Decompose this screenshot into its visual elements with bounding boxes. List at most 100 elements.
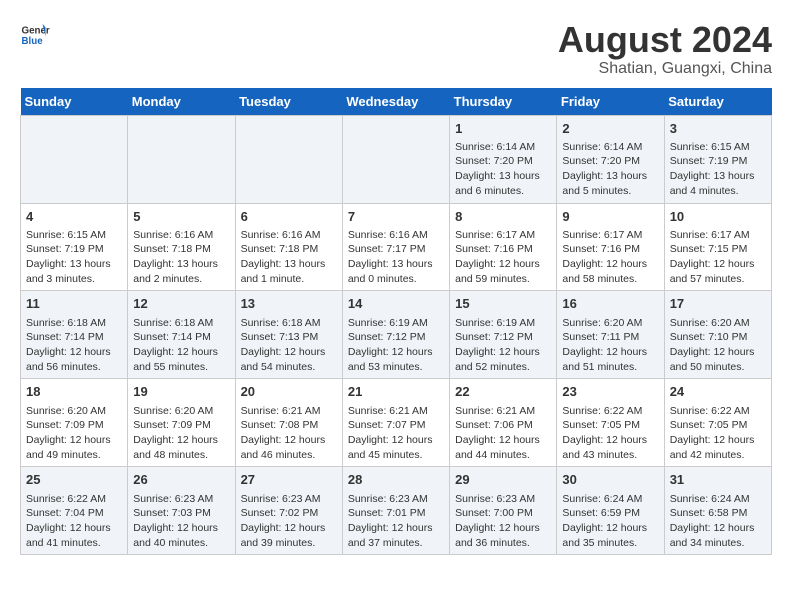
cell-content-line: and 36 minutes. [455, 536, 551, 551]
cell-content-line: Sunrise: 6:21 AM [241, 404, 337, 419]
cell-content-line: and 52 minutes. [455, 360, 551, 375]
cell-content-line: Daylight: 12 hours [455, 433, 551, 448]
day-number: 3 [670, 120, 766, 138]
calendar-cell [21, 115, 128, 203]
day-number: 23 [562, 383, 658, 401]
day-number: 28 [348, 471, 444, 489]
day-number: 7 [348, 208, 444, 226]
logo: General Blue [20, 20, 50, 50]
day-header-thursday: Thursday [450, 88, 557, 116]
calendar-cell: 7Sunrise: 6:16 AMSunset: 7:17 PMDaylight… [342, 203, 449, 291]
cell-content-line: Sunset: 7:14 PM [133, 330, 229, 345]
cell-content-line: Daylight: 12 hours [562, 433, 658, 448]
cell-content-line: Daylight: 12 hours [670, 433, 766, 448]
calendar-cell: 1Sunrise: 6:14 AMSunset: 7:20 PMDaylight… [450, 115, 557, 203]
cell-content-line: and 37 minutes. [348, 536, 444, 551]
calendar-cell: 15Sunrise: 6:19 AMSunset: 7:12 PMDayligh… [450, 291, 557, 379]
calendar-cell: 17Sunrise: 6:20 AMSunset: 7:10 PMDayligh… [664, 291, 771, 379]
cell-content-line: and 55 minutes. [133, 360, 229, 375]
cell-content-line: Sunset: 7:09 PM [26, 418, 122, 433]
cell-content-line: and 48 minutes. [133, 448, 229, 463]
cell-content-line: and 6 minutes. [455, 184, 551, 199]
cell-content-line: Daylight: 12 hours [133, 521, 229, 536]
day-number: 20 [241, 383, 337, 401]
cell-content-line: Sunset: 7:19 PM [670, 154, 766, 169]
calendar-cell: 6Sunrise: 6:16 AMSunset: 7:18 PMDaylight… [235, 203, 342, 291]
calendar-cell: 9Sunrise: 6:17 AMSunset: 7:16 PMDaylight… [557, 203, 664, 291]
cell-content-line: and 0 minutes. [348, 272, 444, 287]
cell-content-line: Sunrise: 6:23 AM [241, 492, 337, 507]
cell-content-line: Sunrise: 6:15 AM [670, 140, 766, 155]
calendar-cell: 20Sunrise: 6:21 AMSunset: 7:08 PMDayligh… [235, 379, 342, 467]
cell-content-line: Daylight: 12 hours [241, 433, 337, 448]
calendar-cell [128, 115, 235, 203]
day-number: 18 [26, 383, 122, 401]
cell-content-line: Daylight: 13 hours [455, 169, 551, 184]
calendar-cell: 16Sunrise: 6:20 AMSunset: 7:11 PMDayligh… [557, 291, 664, 379]
calendar-cell: 23 Sunrise: 6:22 AMSunset: 7:05 PMDayligh… [557, 379, 664, 467]
calendar-header-row: SundayMondayTuesdayWednesdayThursdayFrid… [21, 88, 772, 116]
calendar-cell: 24Sunrise: 6:22 AMSunset: 7:05 PMDayligh… [664, 379, 771, 467]
cell-content-line: Sunset: 7:14 PM [26, 330, 122, 345]
day-number: 2 [562, 120, 658, 138]
calendar-cell: 13Sunrise: 6:18 AMSunset: 7:13 PMDayligh… [235, 291, 342, 379]
cell-content-line: Sunrise: 6:17 AM [562, 228, 658, 243]
cell-content-line: Daylight: 12 hours [133, 433, 229, 448]
logo-icon: General Blue [20, 20, 50, 50]
calendar-cell: 31Sunrise: 6:24 AMSunset: 6:58 PMDayligh… [664, 467, 771, 555]
cell-content-line: Sunset: 7:13 PM [241, 330, 337, 345]
day-number: 19 [133, 383, 229, 401]
cell-content-line: Sunset: 7:07 PM [348, 418, 444, 433]
cell-content-line: Sunrise: 6:18 AM [133, 316, 229, 331]
calendar-cell: 8Sunrise: 6:17 AMSunset: 7:16 PMDaylight… [450, 203, 557, 291]
calendar-cell: 26Sunrise: 6:23 AMSunset: 7:03 PMDayligh… [128, 467, 235, 555]
cell-content-line: and 56 minutes. [26, 360, 122, 375]
cell-content-line: Sunrise: 6:20 AM [133, 404, 229, 419]
cell-content-line: and 34 minutes. [670, 536, 766, 551]
cell-content-line: Daylight: 12 hours [562, 521, 658, 536]
day-number: 24 [670, 383, 766, 401]
cell-content-line: and 53 minutes. [348, 360, 444, 375]
cell-content-line: Sunrise: 6:14 AM [455, 140, 551, 155]
cell-content-line: and 59 minutes. [455, 272, 551, 287]
cell-content-line: Daylight: 12 hours [26, 521, 122, 536]
day-number: 1 [455, 120, 551, 138]
day-header-tuesday: Tuesday [235, 88, 342, 116]
calendar-cell: 27Sunrise: 6:23 AMSunset: 7:02 PMDayligh… [235, 467, 342, 555]
cell-content-line: Sunset: 7:05 PM [562, 418, 658, 433]
cell-content-line: and 5 minutes. [562, 184, 658, 199]
cell-content-line: Sunrise: 6:22 AM [562, 404, 658, 419]
cell-content-line: Daylight: 12 hours [670, 521, 766, 536]
cell-content-line: and 39 minutes. [241, 536, 337, 551]
cell-content-line: Sunrise: 6:14 AM [562, 140, 658, 155]
cell-content-line: Sunset: 7:18 PM [133, 242, 229, 257]
cell-content-line: and 40 minutes. [133, 536, 229, 551]
cell-content-line: Sunrise: 6:17 AM [455, 228, 551, 243]
cell-content-line: and 3 minutes. [26, 272, 122, 287]
cell-content-line: and 44 minutes. [455, 448, 551, 463]
calendar-cell: 14Sunrise: 6:19 AMSunset: 7:12 PMDayligh… [342, 291, 449, 379]
cell-content-line: and 2 minutes. [133, 272, 229, 287]
cell-content-line: Daylight: 13 hours [348, 257, 444, 272]
cell-content-line: Sunset: 7:09 PM [133, 418, 229, 433]
cell-content-line: Sunset: 7:10 PM [670, 330, 766, 345]
cell-content-line: Sunrise: 6:22 AM [670, 404, 766, 419]
day-number: 30 [562, 471, 658, 489]
location-subtitle: Shatian, Guangxi, China [558, 60, 772, 78]
svg-text:General: General [22, 26, 51, 37]
cell-content-line: Sunrise: 6:21 AM [348, 404, 444, 419]
day-number: 26 [133, 471, 229, 489]
calendar-week-row: 1Sunrise: 6:14 AMSunset: 7:20 PMDaylight… [21, 115, 772, 203]
cell-content-line: Daylight: 12 hours [562, 345, 658, 360]
day-header-saturday: Saturday [664, 88, 771, 116]
calendar-cell: 11Sunrise: 6:18 AMSunset: 7:14 PMDayligh… [21, 291, 128, 379]
cell-content-line: and 54 minutes. [241, 360, 337, 375]
day-header-sunday: Sunday [21, 88, 128, 116]
day-number: 6 [241, 208, 337, 226]
day-number: 8 [455, 208, 551, 226]
cell-content-line: Daylight: 13 hours [133, 257, 229, 272]
day-header-monday: Monday [128, 88, 235, 116]
cell-content-line: Sunset: 7:16 PM [562, 242, 658, 257]
cell-content-line: Daylight: 12 hours [455, 345, 551, 360]
cell-content-line: Sunrise: 6:22 AM [26, 492, 122, 507]
